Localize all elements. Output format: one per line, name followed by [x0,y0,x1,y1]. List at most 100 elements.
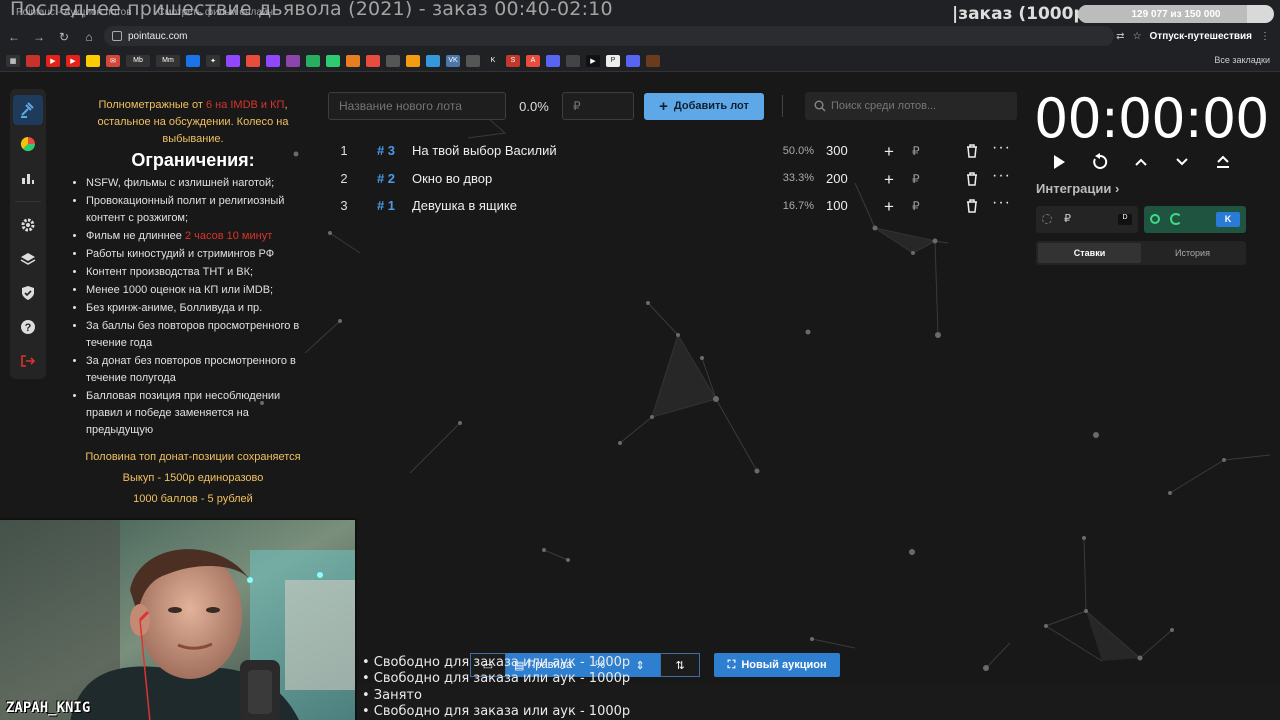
donation-integration-card[interactable]: ₽ D [1036,206,1138,233]
bookmarks-bar: ▦ ▶ ▶ ✉ Mb Mm ✦ VK K S A ▶ P Все закладк… [0,50,1280,72]
sidebar-item-logout[interactable] [13,346,43,376]
more-options-icon[interactable]: ··· [992,194,1011,212]
vk-integration-card[interactable]: K [1144,206,1246,233]
reload-icon[interactable]: ↻ [53,26,75,48]
sidebar-item-help[interactable]: ? [13,312,43,342]
sidebar-item-auction[interactable] [13,95,43,125]
sidebar-item-settings[interactable] [13,210,43,240]
bookmark-icon[interactable]: ✦ [206,54,220,67]
add-amount-icon[interactable]: + [884,197,894,217]
add-time-button[interactable] [1128,151,1154,173]
bookmark-icon[interactable]: Mm [156,54,180,67]
gear-icon [21,218,35,232]
sidebar-item-layers[interactable] [13,244,43,274]
lot-amount[interactable]: 200 [814,171,874,186]
sort-icon: ⇅ [675,659,685,672]
bookmark-icon[interactable] [186,54,200,67]
youtube-icon[interactable]: ▶ [46,54,60,67]
bookmark-icon[interactable] [546,54,560,67]
bookmark-star-icon[interactable]: ☆ [1133,31,1142,42]
bookmark-icon[interactable] [566,54,580,67]
toolbar-divider [782,95,783,117]
new-lot-amount-input[interactable] [562,92,634,120]
bookmark-icon[interactable] [86,54,100,67]
new-lot-name-input[interactable] [328,92,506,120]
menu-icon[interactable]: ⋮ [1260,31,1270,42]
reset-timer-button[interactable] [1087,151,1113,173]
streamer-name: ZAPAH_KNIG [6,700,91,716]
bookmark-icon[interactable]: S [506,54,520,67]
layers-icon [20,253,36,265]
trash-icon[interactable] [965,143,979,158]
new-auction-button[interactable]: ⛶ Новый аукцион [714,653,841,677]
bookmark-icon[interactable] [626,54,640,67]
restriction-item: За донат без повторов просмотренного в т… [86,353,310,387]
bookmark-icon[interactable] [266,54,280,67]
bookmark-icon[interactable] [326,54,340,67]
sidebar-item-stats[interactable] [13,163,43,193]
logout-icon [21,355,36,367]
bookmark-icon[interactable] [286,54,300,67]
restriction-item: Без кринж-аниме, Болливуда и пр. [86,300,310,317]
double-chevron-up-icon [1217,155,1229,168]
add-amount-icon[interactable]: + [884,142,894,162]
lot-name[interactable]: Девушка в ящике [412,198,752,213]
translate-icon[interactable]: ⇄ [1116,31,1124,42]
lot-name[interactable]: На твой выбор Василий [412,143,752,158]
bookmark-icon[interactable] [646,54,660,67]
more-options-icon[interactable]: ··· [992,139,1011,157]
trash-icon[interactable] [965,198,979,213]
profile-button[interactable]: Отпуск-путешествия [1150,31,1252,42]
add-lot-button[interactable]: + Добавить лот [644,92,764,120]
stream-overlay-order: |заказ (1000р) [952,4,1094,24]
lot-percent: 33.3% [782,172,814,185]
all-bookmarks-link[interactable]: Все закладки [1214,55,1270,65]
home-icon[interactable]: ⌂ [78,26,100,48]
lot-search-input[interactable]: Поиск среди лотов... [805,92,1017,120]
bookmark-icon[interactable] [426,54,440,67]
lot-amount[interactable]: 100 [814,198,874,213]
bookmark-icon[interactable]: P [606,54,620,67]
back-icon[interactable]: ← [3,26,25,48]
bookmark-icon[interactable] [346,54,360,67]
sidebar-item-security[interactable] [13,278,43,308]
bookmark-icon[interactable]: Mb [126,54,150,67]
tab-bids[interactable]: Ставки [1038,243,1141,263]
tab-history[interactable]: История [1141,243,1244,263]
bookmark-icon[interactable] [26,54,40,67]
lot-percent: 16.7% [782,199,814,212]
bookmark-icon[interactable] [386,54,400,67]
mail-icon[interactable]: ✉ [106,54,120,67]
play-button[interactable] [1046,151,1072,173]
sidebar-item-wheel[interactable] [13,129,43,159]
lot-amount[interactable]: 300 [814,143,874,158]
add-amount-icon[interactable]: + [884,170,894,190]
vk-icon[interactable]: VK [446,54,460,67]
bookmark-icon[interactable]: ▶ [586,54,600,67]
trash-icon[interactable] [965,171,979,186]
subtract-time-button[interactable] [1169,151,1195,173]
site-info-icon[interactable] [112,31,122,41]
url-field[interactable]: pointauc.com [104,26,1114,46]
sort-toggle[interactable]: ⇅ [660,653,701,677]
bookmark-icon[interactable]: A [526,54,540,67]
integrations-link[interactable]: Интеграции › [1036,181,1119,196]
lot-name[interactable]: Окно во двор [412,171,752,186]
forward-icon[interactable]: → [28,26,50,48]
bookmark-icon[interactable] [306,54,320,67]
bookmark-icon[interactable] [406,54,420,67]
more-options-icon[interactable]: ··· [992,167,1011,185]
youtube-icon[interactable]: ▶ [66,54,80,67]
browser-tab-strip: Pointauc - Аукцион лотов Смотреть фильм … [0,0,1280,24]
twitch-icon[interactable] [226,54,240,67]
restriction-length-limit: 2 часов 10 минут [184,230,273,242]
bookmark-icon[interactable] [246,54,260,67]
bookmark-icon[interactable]: K [486,54,500,67]
webcam-feed: ZAPAH_KNIG [0,518,357,720]
bookmark-icon[interactable] [366,54,380,67]
double-time-button[interactable] [1210,151,1236,173]
loading-icon [1170,213,1182,225]
apps-icon[interactable]: ▦ [6,54,20,67]
bookmark-icon[interactable] [466,54,480,67]
rules-footer-line: Выкуп - 1500р единоразово [122,472,264,484]
